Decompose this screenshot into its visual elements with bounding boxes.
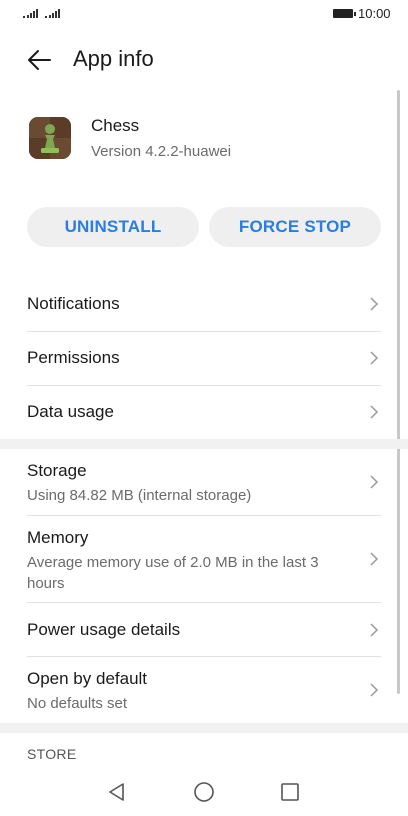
signal-icon xyxy=(45,8,60,18)
storage-item[interactable]: Storage Using 84.82 MB (internal storage… xyxy=(27,456,381,508)
divider xyxy=(27,515,381,516)
uninstall-button[interactable]: UNINSTALL xyxy=(27,207,199,247)
divider xyxy=(27,385,381,386)
chevron-right-icon xyxy=(370,623,379,637)
chevron-right-icon xyxy=(370,683,379,697)
item-title: Notifications xyxy=(27,294,120,313)
page-title: App info xyxy=(73,46,154,71)
section-divider xyxy=(0,439,408,449)
force-stop-button[interactable]: FORCE STOP xyxy=(209,207,381,247)
navigation-bar xyxy=(0,772,408,816)
chevron-right-icon xyxy=(370,351,379,365)
section-divider xyxy=(0,723,408,733)
item-title: Memory xyxy=(27,528,89,547)
circle-home-icon[interactable] xyxy=(191,780,217,804)
triangle-back-icon[interactable] xyxy=(104,780,130,804)
item-title: Permissions xyxy=(27,348,120,367)
clock: 10:00 xyxy=(358,6,391,21)
square-recents-icon[interactable] xyxy=(277,780,303,804)
power-usage-item[interactable]: Power usage details xyxy=(27,612,381,648)
permissions-item[interactable]: Permissions xyxy=(27,340,381,376)
scroll-indicator[interactable] xyxy=(397,90,400,694)
item-subtitle: Average memory use of 2.0 MB in the last… xyxy=(27,554,319,592)
item-title: Storage xyxy=(27,461,87,480)
item-subtitle: Using 84.82 MB (internal storage) xyxy=(27,487,252,504)
item-title: Data usage xyxy=(27,402,114,421)
data-usage-item[interactable]: Data usage xyxy=(27,394,381,430)
divider xyxy=(27,602,381,603)
chevron-right-icon xyxy=(370,552,379,566)
battery-icon xyxy=(333,9,356,18)
notifications-item[interactable]: Notifications xyxy=(27,286,381,322)
divider xyxy=(27,331,381,332)
section-header-store: STORE xyxy=(27,746,77,762)
item-subtitle: No defaults set xyxy=(27,695,128,712)
open-by-default-item[interactable]: Open by default No defaults set xyxy=(27,664,381,716)
app-version: Version 4.2.2-huawei xyxy=(91,143,232,160)
app-bar: App info xyxy=(0,36,408,84)
signal-icon xyxy=(23,8,38,18)
arrow-left-icon[interactable] xyxy=(26,48,52,72)
app-name: Chess xyxy=(91,116,140,135)
chess-pawn-icon xyxy=(29,117,71,159)
item-title: Power usage details xyxy=(27,620,181,639)
divider xyxy=(27,656,381,657)
item-title: Open by default xyxy=(27,669,148,688)
status-bar: 10:00 xyxy=(0,0,408,28)
chevron-right-icon xyxy=(370,405,379,419)
memory-item[interactable]: Memory Average memory use of 2.0 MB in t… xyxy=(27,523,381,595)
chevron-right-icon xyxy=(370,475,379,489)
chevron-right-icon xyxy=(370,297,379,311)
